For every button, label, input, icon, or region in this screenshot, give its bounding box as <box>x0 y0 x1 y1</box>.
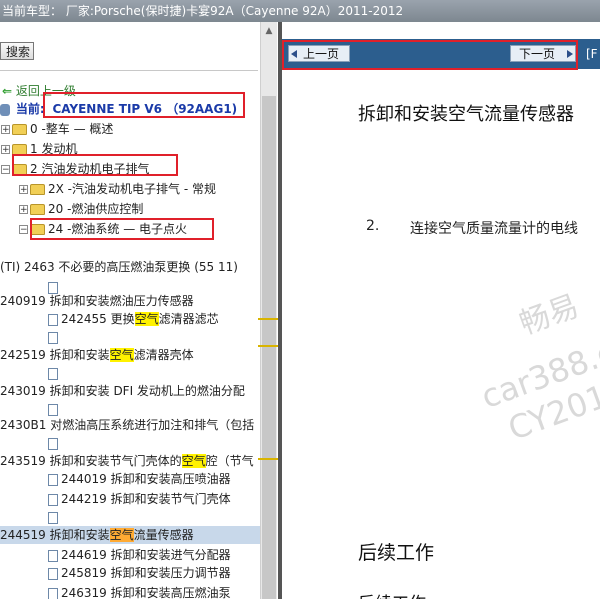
folder-icon <box>12 124 27 135</box>
doc-item-6[interactable]: (TI) 2463 不必要的高压燃油泵更换 (55 11) <box>0 258 238 276</box>
section-heading: 后续工作 <box>358 542 435 564</box>
document-icon <box>48 587 58 599</box>
window-title-bar: 当前车型： 厂家:Porsche(保时捷)卡宴92A（Cayenne 92A）2… <box>0 0 600 22</box>
annotation-box-model <box>43 92 245 118</box>
expand-icon[interactable]: + <box>19 205 28 215</box>
doc-item-11[interactable]: 2430B1 对燃油高压系统进行加注和排气（包括 <box>0 416 254 434</box>
page-heading: 拆卸和安装空气流量传感器 <box>358 104 574 125</box>
nav-extra-text: [F <box>586 47 598 61</box>
scroll-up-icon[interactable]: ▲ <box>263 26 275 38</box>
doc-item-8[interactable]: 242455 更换空气滤清器滤芯 <box>48 310 219 328</box>
highlight-marker <box>258 318 280 320</box>
document-icon <box>48 367 58 380</box>
document-icon <box>48 403 58 416</box>
tree-item-3[interactable]: +2X -汽油发动机电子排气 - 常规 <box>19 180 216 198</box>
content-pane: 上一页 下一页 [F 拆卸和安装空气流量传感器 2. 连接空气质量流量计的电线 … <box>282 22 600 599</box>
document-icon <box>48 493 58 506</box>
folder-icon <box>30 184 45 195</box>
tree-scrollbar[interactable]: ▲ <box>260 22 277 599</box>
model-icon <box>0 103 10 116</box>
document-icon <box>48 549 58 562</box>
expand-icon[interactable]: + <box>1 145 10 155</box>
doc-item-9[interactable]: 242519 拆卸和安装空气滤清器壳体 <box>0 346 194 364</box>
doc-icon-row <box>48 508 61 526</box>
expand-icon[interactable]: + <box>19 185 28 195</box>
folder-icon <box>30 204 45 215</box>
annotation-box-nav <box>282 40 578 70</box>
doc-item-13[interactable]: 244019 拆卸和安装高压喷油器 <box>48 470 231 488</box>
watermark: 畅易 <box>515 288 584 342</box>
doc-item-18[interactable]: 246319 拆卸和安装高压燃油泵 <box>48 584 231 599</box>
left-tree-pane: 搜索 ⇐ 返回上一级 当前: CAYENNE TIP V6 （92AAG1) +… <box>0 22 278 599</box>
annotation-box-subchapter <box>30 218 214 240</box>
doc-icon-row <box>48 328 61 346</box>
document-icon <box>48 567 58 580</box>
annotation-box-chapter <box>12 154 178 176</box>
scrollbar-thumb[interactable] <box>262 96 276 599</box>
doc-item-16[interactable]: 244619 拆卸和安装进气分配器 <box>48 546 231 564</box>
section-subheading: 后续工作 <box>358 589 426 599</box>
document-icon <box>48 437 58 450</box>
doc-item-7[interactable]: 240919 拆卸和安装燃油压力传感器 <box>0 292 194 310</box>
search-row: 搜索 <box>0 40 278 64</box>
highlight-marker <box>258 345 280 347</box>
expand-icon[interactable]: + <box>1 125 10 135</box>
document-icon <box>48 331 58 344</box>
window-title: 当前车型： 厂家:Porsche(保时捷)卡宴92A（Cayenne 92A）2… <box>2 4 404 18</box>
doc-item-12[interactable]: 243519 拆卸和安装节气门壳体的空气腔（节气 <box>0 452 254 470</box>
highlight-marker <box>258 458 280 460</box>
divider <box>0 70 258 71</box>
doc-item-15-selected[interactable]: 244519 拆卸和安装空气流量传感器 <box>0 526 262 544</box>
doc-icon-row <box>48 364 61 382</box>
document-icon <box>48 511 58 524</box>
document-icon <box>48 313 58 326</box>
back-arrow-icon: ⇐ <box>2 84 13 98</box>
tree-item-0[interactable]: +0 -整车 — 概述 <box>1 120 113 138</box>
document-icon <box>48 473 58 486</box>
doc-item-10[interactable]: 243019 拆卸和安装 DFI 发动机上的燃油分配 <box>0 382 245 400</box>
doc-item-14[interactable]: 244219 拆卸和安装节气门壳体 <box>48 490 231 508</box>
doc-item-17[interactable]: 245819 拆卸和安装压力调节器 <box>48 564 231 582</box>
collapse-icon[interactable]: − <box>1 165 10 175</box>
collapse-icon[interactable]: − <box>19 225 28 235</box>
doc-icon-row <box>48 434 61 452</box>
tree-item-4[interactable]: +20 -燃油供应控制 <box>19 200 143 218</box>
search-button[interactable]: 搜索 <box>0 42 34 60</box>
